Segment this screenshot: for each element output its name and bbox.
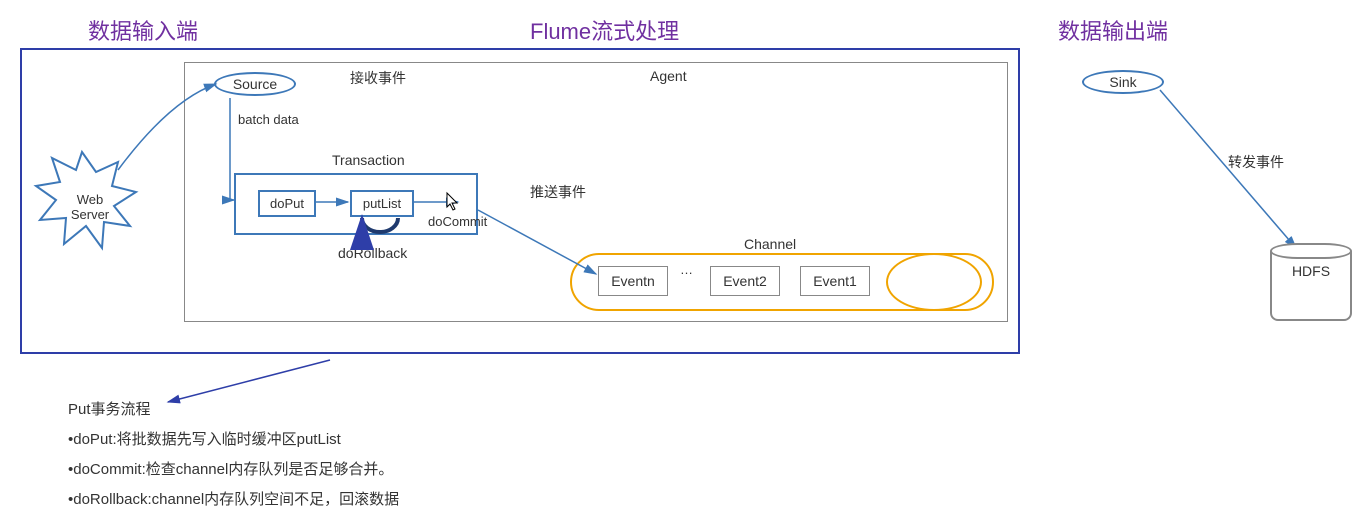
webserver-label: WebServer <box>62 192 118 222</box>
txn-title: Transaction <box>332 152 405 168</box>
docommit-label: doCommit <box>428 214 487 229</box>
push-label: 推送事件 <box>530 182 586 202</box>
source-node: Source <box>214 72 296 96</box>
hdfs-cylinder: HDFS <box>1270 251 1352 321</box>
dorollback-label: doRollback <box>338 245 407 261</box>
hdfs-top <box>1270 243 1352 259</box>
channel-label: Channel <box>744 236 796 252</box>
notes-title: Put事务流程 <box>68 395 399 425</box>
receive-label: 接收事件 <box>350 68 406 88</box>
header-input: 数据输入端 <box>88 14 198 46</box>
doput-box: doPut <box>258 190 316 217</box>
batch-label: batch data <box>238 112 299 127</box>
notes-line-2: •doCommit:检查channel内存队列是否足够合并。 <box>68 455 399 485</box>
putlist-box: putList <box>350 190 414 217</box>
event-n: Eventn <box>598 266 668 296</box>
event-dots: … <box>680 262 693 277</box>
notes-block: Put事务流程 •doPut:将批数据先写入临时缓冲区putList •doCo… <box>68 395 399 515</box>
header-output: 数据输出端 <box>1058 14 1168 46</box>
notes-line-3: •doRollback:channel内存队列空间不足，回滚数据 <box>68 485 399 515</box>
agent-label: Agent <box>650 68 687 84</box>
event-1: Event1 <box>800 266 870 296</box>
header-center: Flume流式处理 <box>530 14 679 46</box>
channel-tail <box>886 253 982 311</box>
event-2: Event2 <box>710 266 780 296</box>
notes-line-1: •doPut:将批数据先写入临时缓冲区putList <box>68 425 399 455</box>
sink-node: Sink <box>1082 70 1164 94</box>
forward-label: 转发事件 <box>1228 152 1284 172</box>
